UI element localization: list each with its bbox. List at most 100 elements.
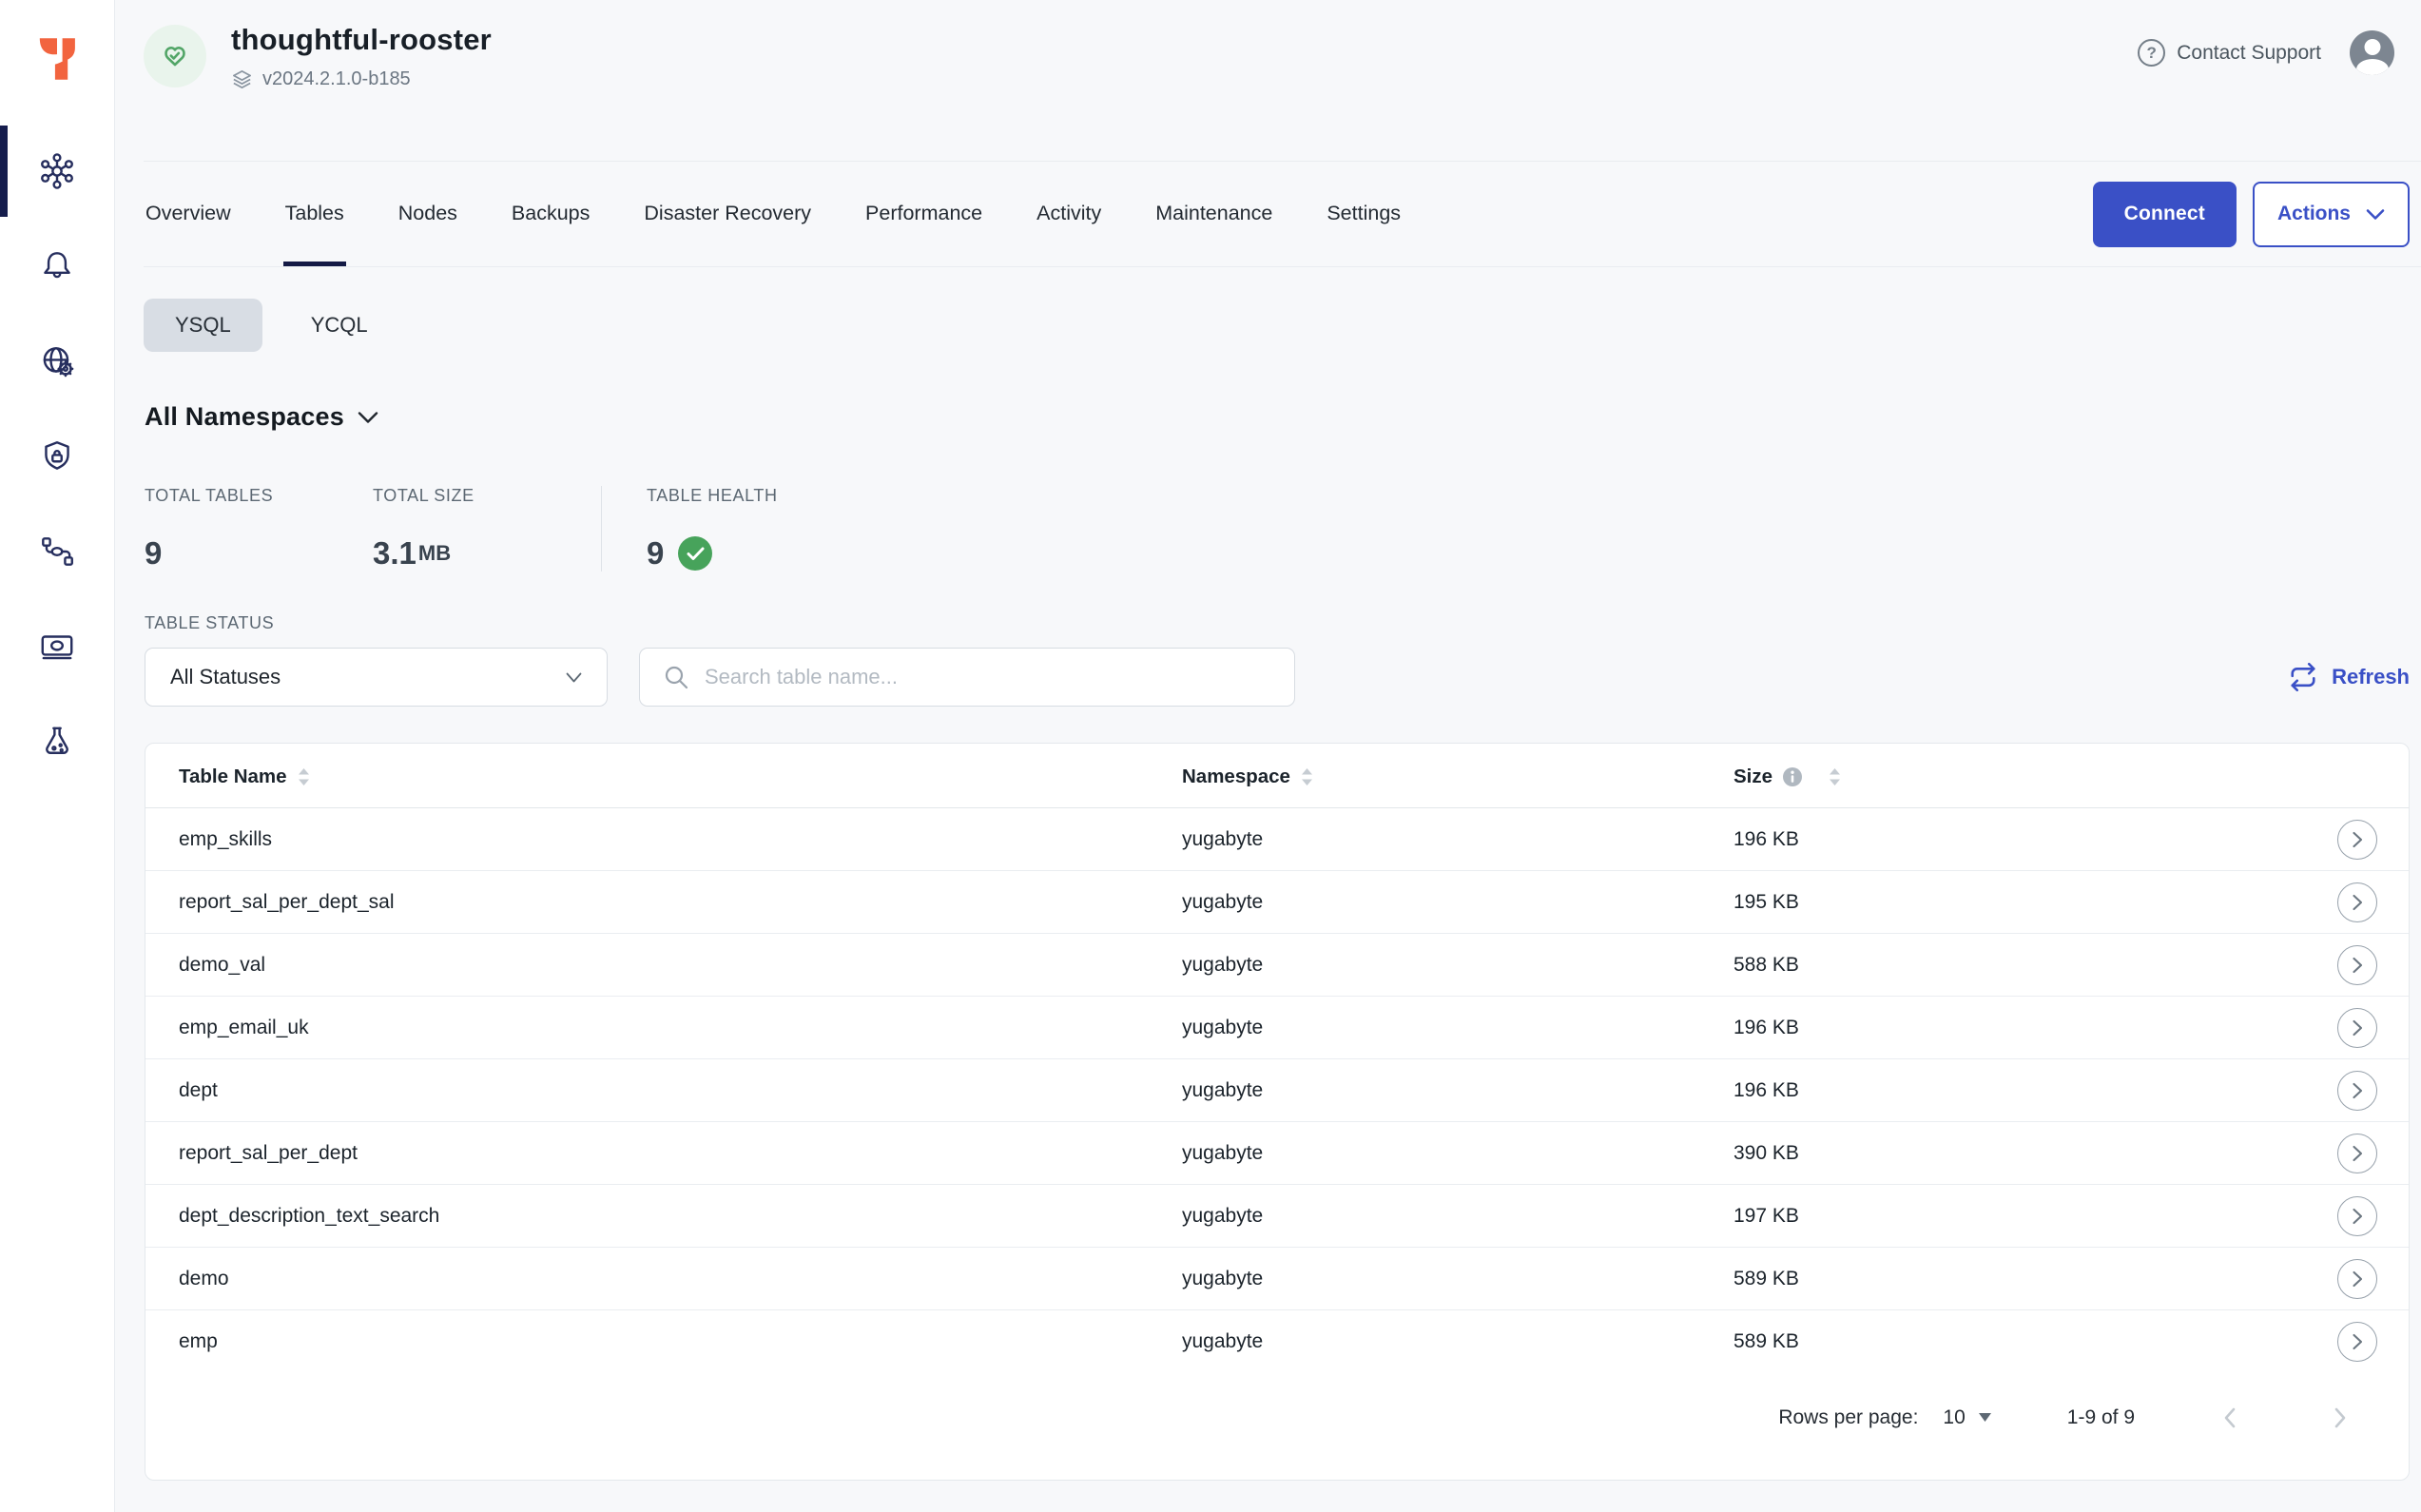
table-status-label: TABLE STATUS — [145, 613, 2421, 633]
row-expand-button[interactable] — [2337, 1196, 2377, 1236]
cell-size: 196 KB — [1733, 808, 2266, 871]
status-filter-select[interactable]: All Statuses — [145, 648, 608, 707]
chevron-down-icon — [2366, 208, 2385, 221]
next-page-button[interactable] — [2327, 1405, 2352, 1430]
tab-performance[interactable]: Performance — [863, 162, 984, 266]
tables-card: Table Name Namespace Size — [145, 743, 2410, 1481]
actions-button[interactable]: Actions — [2253, 182, 2410, 247]
cell-size: 196 KB — [1733, 1059, 2266, 1122]
cell-size: 195 KB — [1733, 871, 2266, 934]
stat-value: 9 — [145, 535, 373, 572]
table-stats: TOTAL TABLES 9 TOTAL SIZE 3.1MB TABLE HE… — [145, 486, 2421, 572]
previous-page-button[interactable] — [2218, 1405, 2243, 1430]
table-row[interactable]: report_sal_per_dept_sal yugabyte 195 KB — [145, 871, 2409, 934]
row-expand-button[interactable] — [2337, 1322, 2377, 1362]
sort-icon — [1300, 766, 1314, 787]
sidebar — [0, 0, 115, 1512]
layers-icon — [231, 68, 253, 90]
sidebar-nav — [0, 124, 114, 789]
sidebar-item-billing[interactable] — [0, 599, 114, 694]
row-expand-button[interactable] — [2337, 882, 2377, 922]
column-header-table-name: Table Name — [179, 766, 287, 788]
cell-size: 588 KB — [1733, 934, 2266, 997]
refresh-icon — [2289, 663, 2317, 691]
row-expand-button[interactable] — [2337, 945, 2377, 985]
sidebar-item-labs[interactable] — [0, 694, 114, 789]
pagination-range: 1-9 of 9 — [2067, 1406, 2135, 1429]
tab-disaster-recovery[interactable]: Disaster Recovery — [642, 162, 813, 266]
cell-namespace: yugabyte — [1182, 871, 1733, 934]
table-row[interactable]: dept yugabyte 196 KB — [145, 1059, 2409, 1122]
tab-backups[interactable]: Backups — [510, 162, 591, 266]
chevron-right-icon — [2350, 1018, 2365, 1037]
rows-per-page-label: Rows per page: — [1778, 1406, 1918, 1429]
table-row[interactable]: demo yugabyte 589 KB — [145, 1248, 2409, 1310]
stat-total-tables: TOTAL TABLES 9 — [145, 486, 373, 572]
chevron-right-icon — [2350, 830, 2365, 849]
cell-size: 589 KB — [1733, 1248, 2266, 1310]
main-content: thoughtful-rooster v2024.2.1.0-b185 ? Co… — [115, 0, 2421, 1512]
api-toggle-ysql[interactable]: YSQL — [144, 299, 262, 352]
sort-namespace[interactable]: Namespace — [1182, 766, 1314, 788]
rows-per-page-select[interactable]: 10 — [1943, 1406, 1990, 1429]
cell-size: 197 KB — [1733, 1185, 2266, 1248]
table-row[interactable]: emp_skills yugabyte 196 KB — [145, 808, 2409, 871]
info-icon[interactable] — [1782, 766, 1803, 787]
row-expand-button[interactable] — [2337, 820, 2377, 860]
cell-namespace: yugabyte — [1182, 934, 1733, 997]
namespace-filter-dropdown[interactable]: All Namespaces — [145, 402, 2421, 432]
api-type-toggle: YSQL YCQL — [144, 299, 2421, 352]
row-expand-button[interactable] — [2337, 1134, 2377, 1173]
sidebar-item-integrations[interactable] — [0, 504, 114, 599]
table-row[interactable]: demo_val yugabyte 588 KB — [145, 934, 2409, 997]
tab-maintenance[interactable]: Maintenance — [1153, 162, 1274, 266]
yugabyte-logo[interactable] — [30, 29, 84, 89]
avatar-body — [2356, 59, 2389, 75]
table-row[interactable]: report_sal_per_dept yugabyte 390 KB — [145, 1122, 2409, 1185]
user-avatar[interactable] — [2350, 30, 2394, 75]
sort-table-name[interactable]: Table Name — [179, 766, 311, 788]
cell-table-name: emp — [145, 1310, 1182, 1373]
row-expand-button[interactable] — [2337, 1008, 2377, 1048]
tab-overview[interactable]: Overview — [144, 162, 233, 266]
tables-table: Table Name Namespace Size — [145, 744, 2409, 1373]
refresh-label: Refresh — [2332, 665, 2410, 689]
contact-support-link[interactable]: ? Contact Support — [2138, 39, 2321, 67]
sidebar-item-alerts[interactable] — [0, 219, 114, 314]
tab-activity[interactable]: Activity — [1035, 162, 1103, 266]
stat-value: 9 — [647, 535, 875, 572]
cluster-header: thoughtful-rooster v2024.2.1.0-b185 ? Co… — [115, 0, 2421, 161]
cell-namespace: yugabyte — [1182, 1248, 1733, 1310]
billing-icon — [37, 627, 77, 667]
column-header-size: Size — [1733, 766, 1772, 788]
cell-namespace: yugabyte — [1182, 808, 1733, 871]
alerts-icon — [37, 246, 77, 286]
table-body: emp_skills yugabyte 196 KB report_sal_pe… — [145, 808, 2409, 1373]
sidebar-item-clusters[interactable] — [0, 124, 114, 219]
sidebar-item-network-settings[interactable] — [0, 314, 114, 409]
pagination: Rows per page: 10 1-9 of 9 — [145, 1373, 2409, 1480]
connect-button[interactable]: Connect — [2093, 182, 2237, 247]
cell-table-name: report_sal_per_dept_sal — [145, 871, 1182, 934]
tab-settings[interactable]: Settings — [1325, 162, 1403, 266]
table-row[interactable]: dept_description_text_search yugabyte 19… — [145, 1185, 2409, 1248]
tab-nodes[interactable]: Nodes — [397, 162, 459, 266]
integrations-icon — [37, 532, 77, 572]
cell-namespace: yugabyte — [1182, 1310, 1733, 1373]
table-row[interactable]: emp_email_uk yugabyte 196 KB — [145, 997, 2409, 1059]
row-expand-button[interactable] — [2337, 1071, 2377, 1111]
stat-label: TOTAL TABLES — [145, 486, 373, 506]
chevron-right-icon — [2327, 1405, 2352, 1430]
table-row[interactable]: emp yugabyte 589 KB — [145, 1310, 2409, 1373]
api-toggle-ycql[interactable]: YCQL — [280, 299, 399, 352]
dropdown-arrow-icon — [1979, 1413, 1991, 1422]
refresh-button[interactable]: Refresh — [2289, 663, 2410, 691]
sidebar-item-security[interactable] — [0, 409, 114, 504]
cell-table-name: report_sal_per_dept — [145, 1122, 1182, 1185]
stat-label: TABLE HEALTH — [647, 486, 875, 506]
sort-icon[interactable] — [1828, 766, 1842, 787]
cell-table-name: dept_description_text_search — [145, 1185, 1182, 1248]
row-expand-button[interactable] — [2337, 1259, 2377, 1299]
search-input[interactable] — [705, 665, 1271, 689]
tab-tables[interactable]: Tables — [283, 162, 346, 266]
